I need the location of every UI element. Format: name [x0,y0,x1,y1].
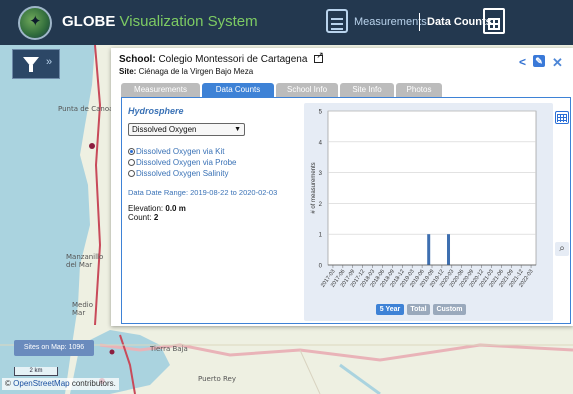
y-tick-label: 0 [319,264,323,270]
tab-site-info[interactable]: Site Info [340,83,394,97]
map-scale-bar: 2 km [14,367,58,376]
map-place-label: Tierra Baja [150,345,188,353]
y-tick-label: 4 [319,140,323,146]
elevation-value: 0.0 m [165,204,186,213]
school-label: School: [119,54,156,65]
radio-option-probe[interactable]: Dissolved Oxygen via Probe [128,158,237,167]
range-5-year-button[interactable]: 5 Year [376,304,404,315]
zoom-in-icon[interactable]: ⌕ [555,242,569,256]
y-tick-label: 5 [319,110,323,116]
panel-actions: < ✎ ✕ [519,55,567,71]
brand-subtitle: Visualization System [119,13,258,30]
site-popup-panel: School: Colegio Montessori de Cartagena … [111,48,573,326]
map-place-label: Punta de Canoa [58,105,114,113]
range-total-button[interactable]: Total [407,304,430,315]
school-name: Colegio Montessori de Cartagena [158,54,308,65]
y-tick-label: 1 [319,233,323,239]
sites-on-map-badge: Sites on Map: 1096 [14,340,94,356]
table-view-icon[interactable] [555,111,569,124]
radio-button[interactable] [128,148,135,155]
app-header: ✦ GLOBE Visualization System Measurement… [0,0,573,45]
protocol-dropdown[interactable]: Dissolved Oxygen ▼ [128,123,245,136]
funnel-icon [23,57,39,72]
chevron-double-down-icon: » [46,56,53,68]
tab-photos[interactable]: Photos [396,83,442,97]
filter-button[interactable]: » [12,49,60,79]
data-counts-grid-icon[interactable] [483,8,505,34]
measurements-calendar-icon[interactable] [326,9,348,33]
map-attribution: © OpenStreetMap contributors. [2,378,119,390]
tab-data-counts[interactable]: Data Counts [202,83,274,97]
external-link-icon[interactable] [314,50,324,63]
site-name: Ciénaga de la Virgen Bajo Meza [138,67,254,76]
radio-label: Dissolved Oxygen via Probe [136,158,237,167]
count-label: Count: [128,213,152,222]
school-line: School: Colegio Montessori de Cartagena [119,50,324,65]
elevation-label: Elevation: [128,204,164,213]
data-counts-content: Hydrosphere Dissolved Oxygen ▼ Dissolved… [121,97,571,324]
share-icon[interactable]: < [519,55,526,69]
openstreetmap-link[interactable]: OpenStreetMap [13,379,69,388]
attribution-suffix: contributors. [69,379,116,388]
brand-name: GLOBE [62,13,116,30]
radio-button[interactable] [128,170,135,177]
y-axis-label: # of measurements [311,162,317,213]
count: Count: 2 [128,213,158,222]
tab-school-info[interactable]: School Info [276,83,338,97]
map-place-label: Manzanillo del Mar [66,253,104,269]
site-label: Site: [119,67,137,76]
data-bar [447,234,451,265]
data-bar [427,234,431,265]
y-tick-label: 2 [319,202,323,208]
tab-measurements[interactable]: Measurements [121,83,200,97]
elevation: Elevation: 0.0 m [128,204,186,213]
radio-label: Dissolved Oxygen via Kit [136,147,225,156]
site-line: Site: Ciénaga de la Virgen Bajo Meza [119,67,253,76]
map-place-label: Medio Mar [72,301,94,317]
section-title: Hydrosphere [128,106,184,116]
map-place-label: Puerto Rey [198,375,236,383]
range-custom-button[interactable]: Custom [433,304,466,315]
radio-label: Dissolved Oxygen Salinity [136,169,229,178]
data-counts-chart: 0 1 2 3 4 5 # of measurements 2017-03 2017-06 201… [304,103,553,321]
plot-area [327,110,537,266]
radio-option-salinity[interactable]: Dissolved Oxygen Salinity [128,169,228,178]
data-date-range: Data Date Range: 2019-08-22 to 2020-02-0… [128,188,278,197]
nav-measurements[interactable]: Measurements [354,16,427,28]
close-icon[interactable]: ✕ [552,55,563,71]
turtle-icon: ✦ [29,13,42,30]
radio-button[interactable] [128,159,135,166]
attribution-prefix: © [5,379,11,388]
count-value: 2 [153,213,159,222]
chevron-down-icon: ▼ [234,126,241,133]
chart-svg: 012345# of measurements2017-032017-06201… [311,110,537,289]
edit-icon[interactable]: ✎ [533,55,545,67]
app-title: GLOBE Visualization System [62,13,258,30]
globe-logo[interactable]: ✦ [18,6,52,40]
radio-option-kit[interactable]: Dissolved Oxygen via Kit [128,147,224,156]
y-tick-label: 3 [319,171,323,177]
dropdown-value: Dissolved Oxygen [132,125,197,134]
nav-divider [419,13,420,31]
